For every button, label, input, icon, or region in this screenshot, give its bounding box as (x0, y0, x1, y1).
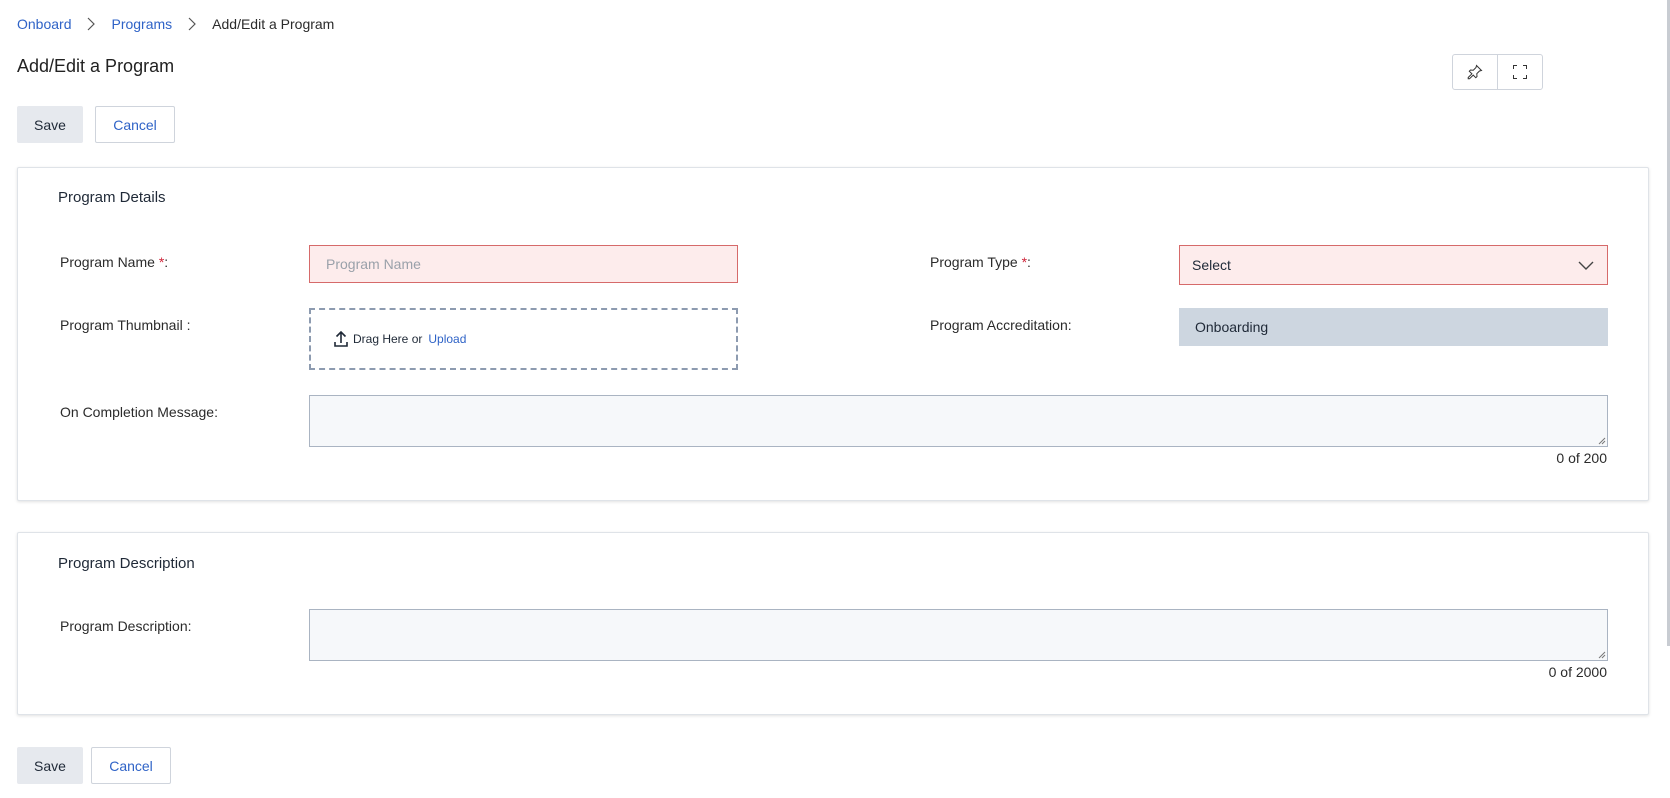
thumbnail-dropzone[interactable]: Drag Here or Upload (309, 308, 738, 370)
breadcrumb-link-onboard[interactable]: Onboard (17, 16, 71, 32)
breadcrumb: Onboard Programs Add/Edit a Program (17, 16, 334, 32)
completion-message-label: On Completion Message: (60, 404, 218, 420)
program-description-label: Program Description: (60, 618, 192, 634)
program-accreditation-label: Program Accreditation: (930, 317, 1072, 333)
program-accreditation-field: Onboarding (1179, 308, 1608, 346)
chevron-down-icon (1578, 261, 1594, 270)
pin-icon (1467, 64, 1483, 80)
top-button-row: Save Cancel (17, 106, 175, 143)
program-name-input[interactable]: Program Name (309, 245, 738, 283)
header-actions (1452, 54, 1543, 90)
upload-icon (334, 330, 348, 347)
resize-handle-icon[interactable] (1596, 649, 1606, 659)
program-description-title: Program Description (58, 555, 195, 572)
program-description-counter: 0 of 2000 (1548, 664, 1607, 680)
program-type-value: Select (1192, 257, 1231, 273)
cancel-button[interactable]: Cancel (95, 106, 175, 143)
save-button[interactable]: Save (17, 106, 83, 143)
completion-message-textarea[interactable] (309, 395, 1608, 447)
breadcrumb-link-programs[interactable]: Programs (111, 16, 172, 32)
breadcrumb-current: Add/Edit a Program (212, 16, 335, 32)
program-name-label: Program Name *: (60, 254, 169, 270)
chevron-right-icon (188, 17, 197, 31)
program-type-select[interactable]: Select (1179, 245, 1608, 285)
upload-link[interactable]: Upload (428, 332, 466, 346)
chevron-right-icon (88, 17, 96, 31)
program-thumbnail-label: Program Thumbnail : (60, 317, 191, 333)
fullscreen-icon (1513, 65, 1527, 79)
program-details-panel: Program Details Program Name *: Program … (17, 167, 1649, 501)
resize-handle-icon[interactable] (1596, 435, 1606, 445)
program-description-textarea[interactable] (309, 609, 1608, 661)
program-details-title: Program Details (58, 189, 166, 206)
save-button[interactable]: Save (17, 747, 83, 784)
page-title: Add/Edit a Program (17, 56, 175, 76)
program-type-label: Program Type *: (930, 254, 1031, 270)
bottom-button-row: Save Cancel (17, 747, 171, 784)
fullscreen-button[interactable] (1497, 55, 1542, 89)
program-description-panel: Program Description Program Description:… (17, 532, 1649, 715)
pin-button[interactable] (1453, 55, 1497, 89)
cancel-button[interactable]: Cancel (91, 747, 171, 784)
drag-here-text: Drag Here or (353, 332, 423, 346)
completion-message-counter: 0 of 200 (1556, 450, 1607, 466)
program-name-placeholder: Program Name (326, 256, 421, 272)
